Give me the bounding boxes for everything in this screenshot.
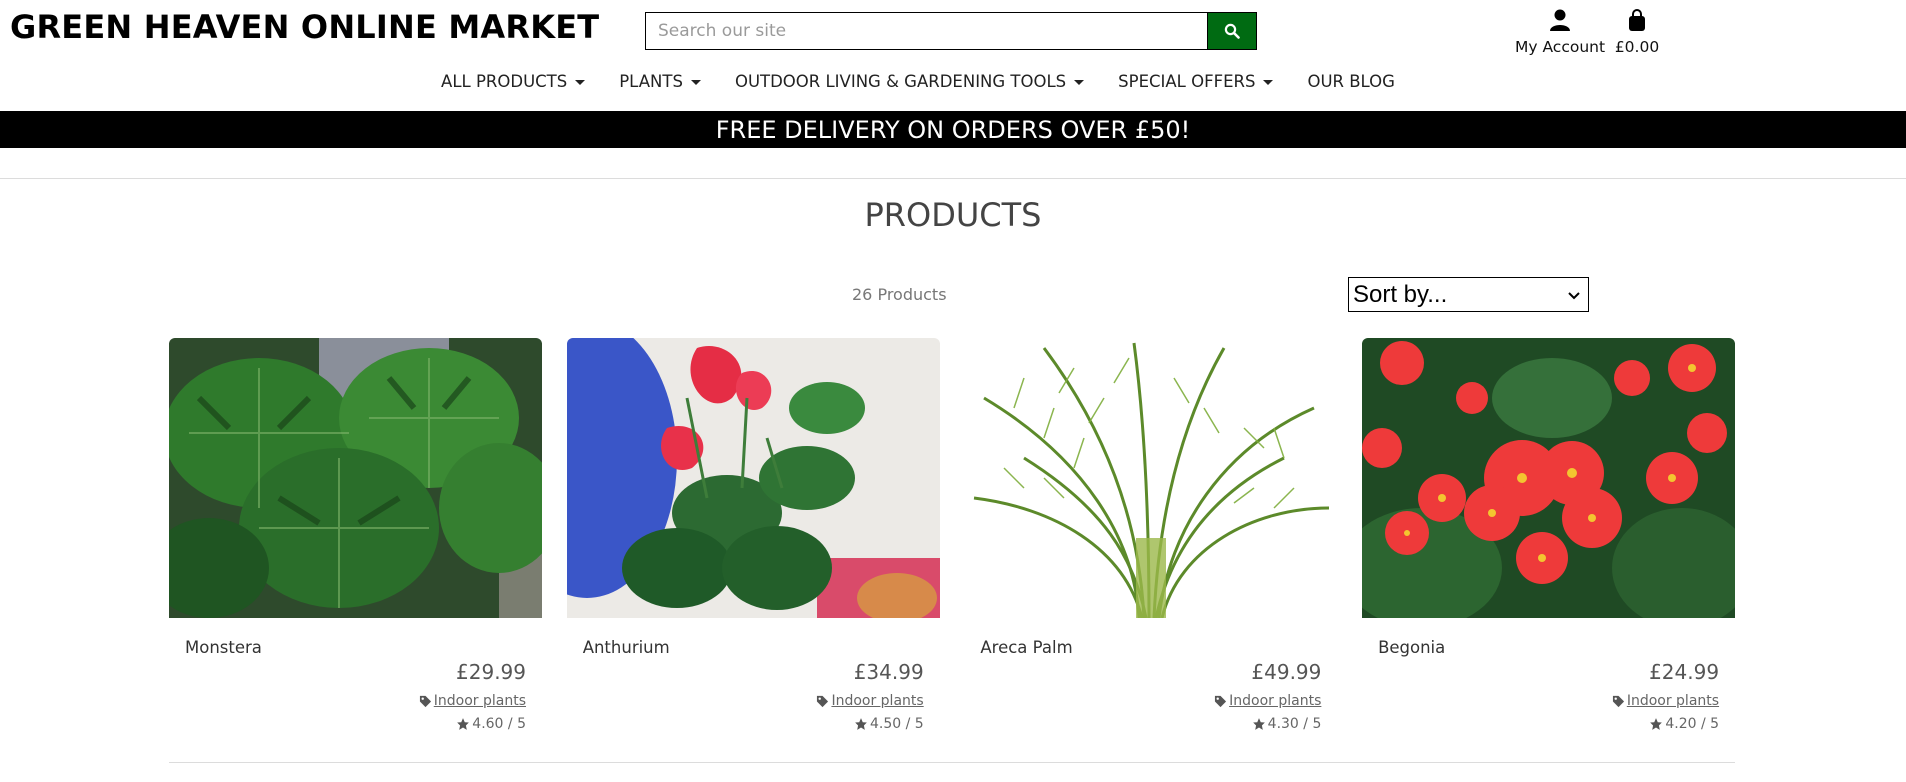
search-button[interactable] xyxy=(1208,12,1257,50)
cart-total: £0.00 xyxy=(1614,38,1660,56)
tag-icon xyxy=(1612,695,1624,707)
star-icon xyxy=(1650,718,1663,730)
product-category-link[interactable]: Indoor plants xyxy=(831,693,923,709)
nav-plants-label: PLANTS xyxy=(619,72,683,91)
caret-down-icon xyxy=(1263,79,1274,85)
caret-down-icon xyxy=(690,79,701,85)
sort-select-value: Sort by... xyxy=(1353,280,1448,308)
product-image-anthurium[interactable] xyxy=(566,338,940,618)
cart-link[interactable]: £0.00 xyxy=(1613,8,1661,56)
chevron-down-icon xyxy=(1568,287,1580,303)
nav-all-products[interactable]: ALL PRODUCTS xyxy=(441,72,586,91)
product-name[interactable]: Begonia xyxy=(1378,638,1445,657)
product-grid: Monstera £29.99 Indoor plants 4.60 / 5 A… xyxy=(169,338,1736,738)
tag-icon xyxy=(817,695,829,707)
product-card-begonia[interactable]: Begonia £24.99 Indoor plants 4.20 / 5 xyxy=(1362,338,1736,738)
product-image-begonia[interactable] xyxy=(1362,338,1736,618)
product-category-link[interactable]: Indoor plants xyxy=(1627,693,1719,709)
product-price: £49.99 xyxy=(1251,660,1322,684)
search-icon xyxy=(1224,23,1240,39)
star-icon xyxy=(855,718,867,730)
tag-icon xyxy=(1215,695,1227,707)
product-price: £29.99 xyxy=(456,660,526,684)
search-input[interactable] xyxy=(645,12,1208,50)
nav-plants[interactable]: PLANTS xyxy=(619,72,701,91)
product-price: £34.99 xyxy=(853,660,924,684)
nav-outdoor-living[interactable]: OUTDOOR LIVING & GARDENING TOOLS xyxy=(734,72,1085,91)
product-rating-value: 4.60 / 5 xyxy=(472,716,526,732)
nav-outdoor-living-label: OUTDOOR LIVING & GARDENING TOOLS xyxy=(734,72,1067,91)
divider xyxy=(0,178,1906,179)
product-category: Indoor plants xyxy=(419,693,526,709)
product-category: Indoor plants xyxy=(1214,693,1321,709)
divider xyxy=(169,762,1735,763)
shopping-bag-icon xyxy=(1613,8,1661,32)
product-card-anthurium[interactable]: Anthurium £34.99 Indoor plants 4.50 / 5 xyxy=(566,338,940,738)
page-title: PRODUCTS xyxy=(864,196,1042,234)
product-category-link[interactable]: Indoor plants xyxy=(1229,693,1321,709)
product-category: Indoor plants xyxy=(1612,693,1719,709)
star-icon xyxy=(457,718,470,730)
product-category-link[interactable]: Indoor plants xyxy=(434,693,526,709)
product-image-areca-palm[interactable] xyxy=(964,338,1338,618)
product-rating: 4.20 / 5 xyxy=(1649,716,1719,732)
search-form xyxy=(645,12,1257,50)
product-rating-value: 4.20 / 5 xyxy=(1665,716,1720,732)
nav-our-blog[interactable]: OUR BLOG xyxy=(1307,72,1394,91)
tag-icon xyxy=(419,695,431,707)
star-icon xyxy=(1252,718,1265,730)
product-card-monstera[interactable]: Monstera £29.99 Indoor plants 4.60 / 5 xyxy=(169,338,542,738)
brand-logo-text[interactable]: GREEN HEAVEN ONLINE MARKET xyxy=(10,8,599,46)
caret-down-icon xyxy=(575,79,586,85)
product-name[interactable]: Anthurium xyxy=(583,638,670,657)
product-card-areca-palm[interactable]: Areca Palm £49.99 Indoor plants 4.30 / 5 xyxy=(964,338,1338,738)
product-count: 26 Products xyxy=(852,285,947,304)
product-rating-value: 4.50 / 5 xyxy=(869,716,924,732)
product-rating: 4.60 / 5 xyxy=(456,716,526,732)
main-nav: ALL PRODUCTS PLANTS OUTDOOR LIVING & GAR… xyxy=(0,72,1906,91)
product-category: Indoor plants xyxy=(816,693,924,709)
nav-our-blog-label: OUR BLOG xyxy=(1307,72,1395,91)
product-name[interactable]: Areca Palm xyxy=(980,638,1072,657)
nav-all-products-label: ALL PRODUCTS xyxy=(441,72,568,91)
delivery-banner-text: FREE DELIVERY ON ORDERS OVER £50! xyxy=(715,115,1191,144)
product-rating: 4.50 / 5 xyxy=(854,716,924,732)
my-account-link[interactable]: My Account xyxy=(1515,8,1605,56)
product-rating: 4.30 / 5 xyxy=(1252,716,1322,732)
product-rating-value: 4.30 / 5 xyxy=(1267,716,1322,732)
product-name[interactable]: Monstera xyxy=(185,638,262,657)
caret-down-icon xyxy=(1074,79,1085,85)
delivery-banner: FREE DELIVERY ON ORDERS OVER £50! xyxy=(0,111,1906,148)
product-price: £24.99 xyxy=(1649,660,1720,684)
nav-special-offers[interactable]: SPECIAL OFFERS xyxy=(1118,72,1274,91)
my-account-label: My Account xyxy=(1515,38,1606,56)
sort-select[interactable]: Sort by... xyxy=(1348,277,1589,312)
product-image-monstera[interactable] xyxy=(169,338,542,618)
nav-special-offers-label: SPECIAL OFFERS xyxy=(1118,72,1256,91)
user-icon xyxy=(1515,8,1605,32)
